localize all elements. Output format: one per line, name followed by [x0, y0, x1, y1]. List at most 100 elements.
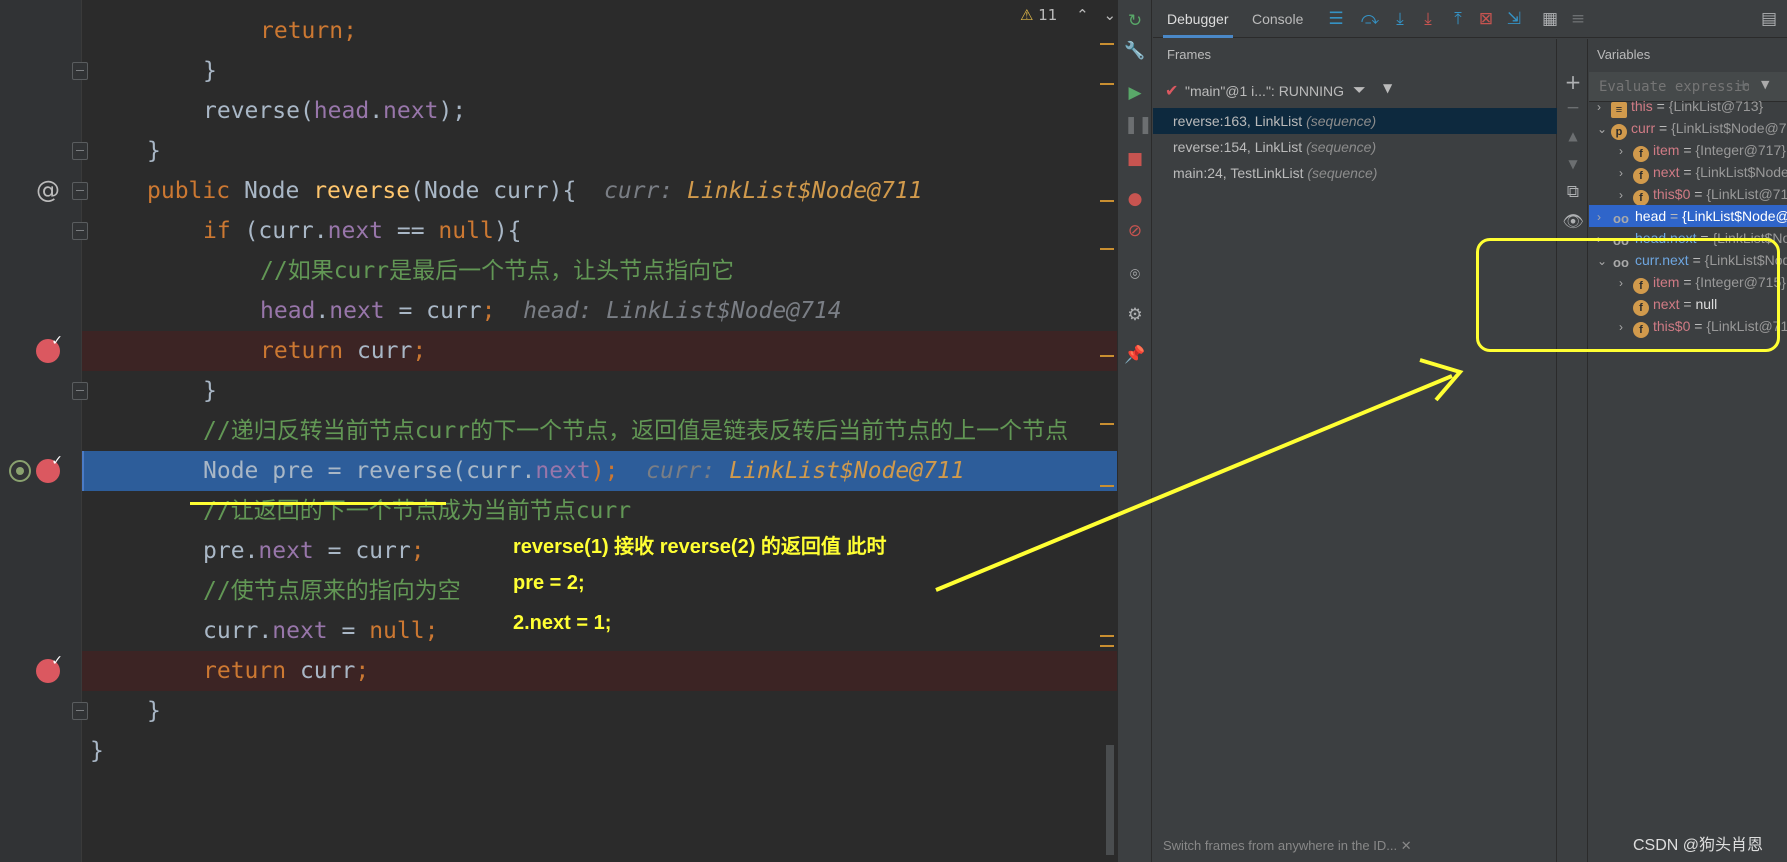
resume-icon[interactable]: ▶: [1124, 82, 1146, 104]
fold-marker[interactable]: [72, 702, 88, 720]
menu-icon[interactable]: ☰: [1325, 8, 1347, 30]
code-comment[interactable]: //使节点原来的指向为空: [203, 571, 461, 611]
scroll-mark[interactable]: [1100, 43, 1114, 45]
chevron-right-icon[interactable]: ›: [1619, 162, 1633, 184]
tab-console[interactable]: Console: [1252, 0, 1303, 38]
variable-row[interactable]: ›fthis$0 = {LinkList@713}: [1589, 183, 1787, 206]
chevron-down-icon[interactable]: ▼: [1383, 81, 1392, 95]
code-line[interactable]: }: [147, 691, 161, 731]
thread-selector[interactable]: ✔ "main"@1 i...": RUNNING ⏷ ▼: [1153, 75, 1557, 109]
camera-icon[interactable]: ⌾: [1124, 264, 1146, 286]
trace-icon[interactable]: ≡: [1567, 8, 1589, 30]
variable-name: curr: [1631, 120, 1656, 136]
code-line[interactable]: head.next = curr; head: LinkList$Node@71…: [260, 291, 842, 331]
variable-row[interactable]: ›oohead = {LinkList$Node@714}: [1589, 205, 1787, 227]
remove-watch-icon[interactable]: −: [1562, 97, 1584, 119]
code-editor[interactable]: @ return; } reverse(head.next); } public…: [0, 0, 1117, 862]
breakpoint-icon[interactable]: [36, 453, 63, 483]
add-to-watches-icon[interactable]: +: [1737, 76, 1750, 94]
step-out-icon[interactable]: ⤒: [1447, 8, 1469, 30]
scroll-mark[interactable]: [1100, 248, 1114, 250]
code-line[interactable]: public Node reverse(Node curr){ curr: Li…: [147, 171, 923, 211]
code-token: .: [315, 298, 330, 324]
evaluate-icon[interactable]: ▦: [1539, 8, 1561, 30]
chevron-down-icon[interactable]: ▼: [1761, 78, 1769, 91]
code-line[interactable]: reverse(head.next);: [203, 91, 466, 131]
chevron-down-icon[interactable]: ⌄: [1103, 6, 1116, 24]
stop-icon[interactable]: ■: [1124, 148, 1146, 170]
wrench-icon[interactable]: 🔧: [1124, 40, 1146, 62]
code-comment[interactable]: //递归反转当前节点curr的下一个节点，返回值是链表反转后当前节点的上一个节点: [203, 411, 1068, 451]
code-comment[interactable]: //如果curr是最后一个节点，让头节点指向它: [260, 251, 734, 291]
chevron-down-icon[interactable]: ⌄: [1597, 118, 1611, 140]
force-step-into-icon[interactable]: ⤓: [1417, 8, 1439, 30]
code-line[interactable]: return;: [260, 11, 357, 51]
chevron-right-icon[interactable]: ›: [1619, 184, 1633, 206]
editor-scrollbar[interactable]: [1106, 745, 1114, 855]
scroll-mark[interactable]: [1100, 83, 1114, 85]
copy-icon[interactable]: ⧉: [1562, 181, 1584, 203]
pause-icon[interactable]: ❚❚: [1124, 114, 1153, 136]
chevron-right-icon[interactable]: ›: [1597, 206, 1611, 228]
scroll-mark[interactable]: [1100, 423, 1114, 425]
code-line[interactable]: }: [203, 51, 217, 91]
drop-frame-icon[interactable]: ⊠: [1475, 8, 1497, 30]
tab-debugger[interactable]: Debugger: [1163, 0, 1233, 38]
code-token: ;: [343, 18, 357, 44]
variable-row[interactable]: ›fnext = {LinkList$Node@712}: [1589, 161, 1787, 184]
code-line[interactable]: if (curr.next == null){: [203, 211, 522, 251]
scroll-mark[interactable]: [1100, 485, 1114, 487]
scroll-mark[interactable]: [1100, 645, 1114, 647]
view-breakpoints-icon[interactable]: ●: [1124, 188, 1146, 210]
annotation-line-3: 2.next = 1;: [513, 612, 612, 634]
code-line[interactable]: }: [90, 731, 104, 771]
variable-row[interactable]: › ≡ this = {LinkList@713}: [1589, 95, 1787, 118]
breakpoint-icon[interactable]: [36, 653, 63, 683]
fold-marker[interactable]: [72, 62, 88, 80]
variable-row[interactable]: ›fitem = {Integer@717} 1: [1589, 139, 1787, 162]
override-icon[interactable]: @: [36, 176, 60, 204]
debugger-tool-window[interactable]: ↻ 🔧 ▶ ❚❚ ■ ● ⊘ ⌾ ⚙ 📌 Debugger Console ☰ …: [1118, 0, 1787, 862]
scroll-mark[interactable]: [1100, 635, 1114, 637]
editor-gutter[interactable]: [0, 0, 82, 862]
add-watch-icon[interactable]: +: [1562, 71, 1584, 93]
code-line[interactable]: return curr;: [260, 331, 426, 371]
fold-marker[interactable]: [72, 182, 88, 200]
code-line[interactable]: return curr;: [203, 651, 369, 691]
fold-marker[interactable]: [72, 382, 88, 400]
rerun-icon[interactable]: ↻: [1124, 10, 1146, 32]
eye-icon[interactable]: 👁: [1562, 211, 1584, 233]
chevron-right-icon[interactable]: ›: [1597, 96, 1611, 118]
pin-icon[interactable]: 📌: [1124, 344, 1146, 366]
code-line[interactable]: }: [203, 371, 217, 411]
code-token: reverse: [313, 178, 411, 204]
mute-breakpoints-icon[interactable]: ⊘: [1124, 220, 1146, 242]
filter-icon[interactable]: ⏷: [1353, 80, 1366, 100]
run-to-cursor-icon[interactable]: ⇲: [1503, 8, 1525, 30]
frame-item[interactable]: reverse:163, LinkList (sequence): [1153, 108, 1557, 134]
gear-icon[interactable]: ⚙: [1124, 304, 1146, 326]
step-over-icon[interactable]: ⤼: [1359, 8, 1381, 30]
move-down-icon[interactable]: ▼: [1562, 153, 1584, 175]
frame-item[interactable]: reverse:154, LinkList (sequence): [1153, 134, 1557, 160]
chevron-right-icon[interactable]: ›: [1619, 140, 1633, 162]
chevron-up-icon[interactable]: ⌃: [1076, 6, 1089, 24]
code-line[interactable]: pre.next = curr;: [203, 531, 425, 571]
scroll-mark[interactable]: [1100, 355, 1114, 357]
step-into-icon[interactable]: [9, 460, 31, 482]
frame-item[interactable]: main:24, TestLinkList (sequence): [1153, 160, 1557, 186]
variable-row[interactable]: ⌄pcurr = {LinkList$Node@711}: [1589, 117, 1787, 140]
code-line[interactable]: }: [147, 131, 161, 171]
layout-icon[interactable]: ▤: [1758, 8, 1780, 30]
close-icon[interactable]: ✕: [1401, 838, 1412, 853]
code-line[interactable]: curr.next = null;: [203, 611, 438, 651]
move-up-icon[interactable]: ▲: [1562, 125, 1584, 147]
fold-marker[interactable]: [72, 142, 88, 160]
code-comment[interactable]: //让返回的下一个节点成为当前节点curr: [203, 491, 631, 531]
breakpoint-icon[interactable]: [36, 333, 63, 363]
step-into-icon[interactable]: ⤓: [1389, 8, 1411, 30]
fold-marker[interactable]: [72, 222, 88, 240]
scroll-mark[interactable]: [1100, 200, 1114, 202]
code-line[interactable]: Node pre = reverse(curr.next); curr: Lin…: [203, 451, 965, 491]
inspection-widget[interactable]: ⚠ 11 ⌃ ⌄: [1020, 6, 1116, 24]
